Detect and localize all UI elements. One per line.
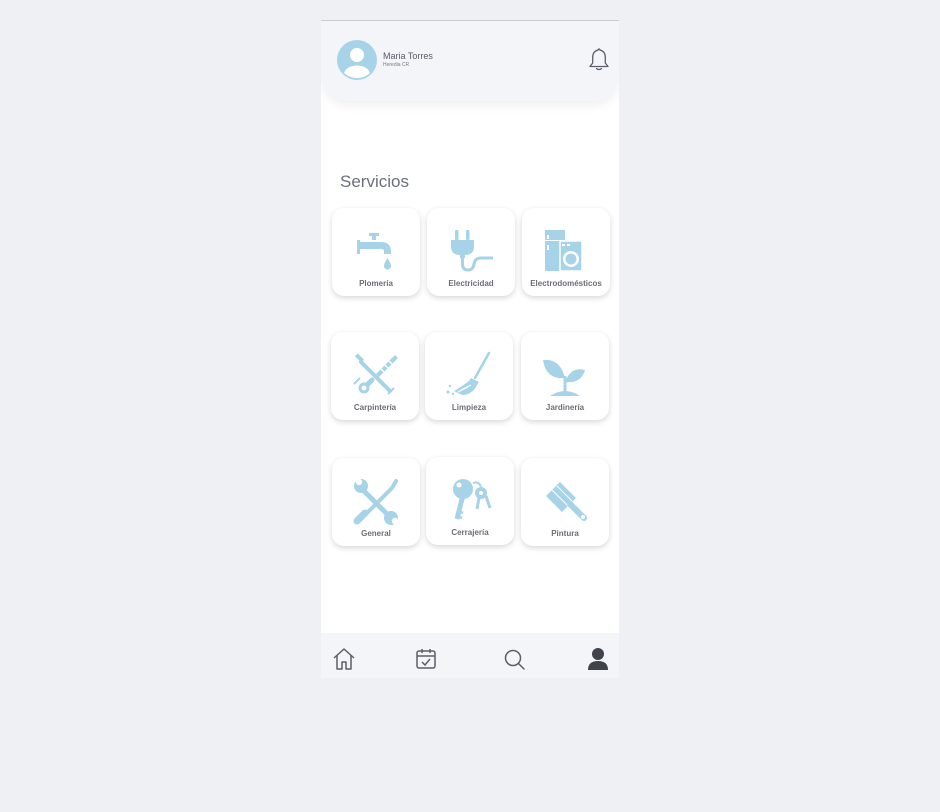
- broom-icon: [446, 351, 491, 396]
- service-label: Carpintería: [353, 403, 397, 412]
- user-name: Maria Torres: [383, 51, 433, 61]
- user-avatar-icon[interactable]: [337, 40, 377, 80]
- service-label: Electrodomésticos: [530, 279, 602, 288]
- service-card-general[interactable]: General: [332, 458, 420, 546]
- service-card-jardineria[interactable]: Jardinería: [521, 332, 609, 420]
- home-icon[interactable]: [331, 646, 357, 672]
- keys-icon: [453, 479, 492, 520]
- paint-brush-icon: [546, 482, 587, 521]
- user-location: Heredia CR: [383, 62, 410, 68]
- service-card-carpinteria[interactable]: Carpintería: [331, 332, 419, 420]
- service-card-pintura[interactable]: Pintura: [521, 458, 609, 546]
- service-label: Electricidad: [448, 279, 494, 288]
- service-card-limpieza[interactable]: Limpieza: [425, 332, 513, 420]
- phone-screen: Maria Torres Heredia CR Servicios Plomer…: [321, 20, 619, 678]
- appliances-icon: [545, 230, 583, 272]
- calendar-icon[interactable]: [413, 646, 439, 672]
- user-header: Maria Torres Heredia CR: [321, 21, 619, 101]
- service-card-electrodomesticos[interactable]: Electrodomésticos: [522, 208, 610, 296]
- service-card-electricidad[interactable]: Electricidad: [427, 208, 515, 296]
- saw-icon: [353, 353, 398, 395]
- faucet-icon: [357, 233, 391, 270]
- service-card-plomeria[interactable]: Plomería: [332, 208, 420, 296]
- bottom-nav: [321, 633, 619, 678]
- service-label: Limpieza: [451, 403, 487, 412]
- service-label: General: [361, 529, 391, 538]
- services-title: Servicios: [340, 172, 409, 191]
- profile-icon[interactable]: [585, 646, 611, 672]
- search-icon[interactable]: [501, 646, 527, 672]
- tools-icon: [353, 478, 399, 525]
- plug-icon: [451, 230, 493, 272]
- service-label: Cerrajería: [451, 528, 489, 537]
- sprout-icon: [543, 359, 585, 396]
- service-card-cerrajeria[interactable]: Cerrajería: [426, 457, 514, 545]
- service-label: Pintura: [551, 529, 579, 538]
- notification-bell-icon[interactable]: [587, 47, 611, 73]
- service-label: Jardinería: [545, 403, 585, 412]
- service-label: Plomería: [359, 279, 393, 288]
